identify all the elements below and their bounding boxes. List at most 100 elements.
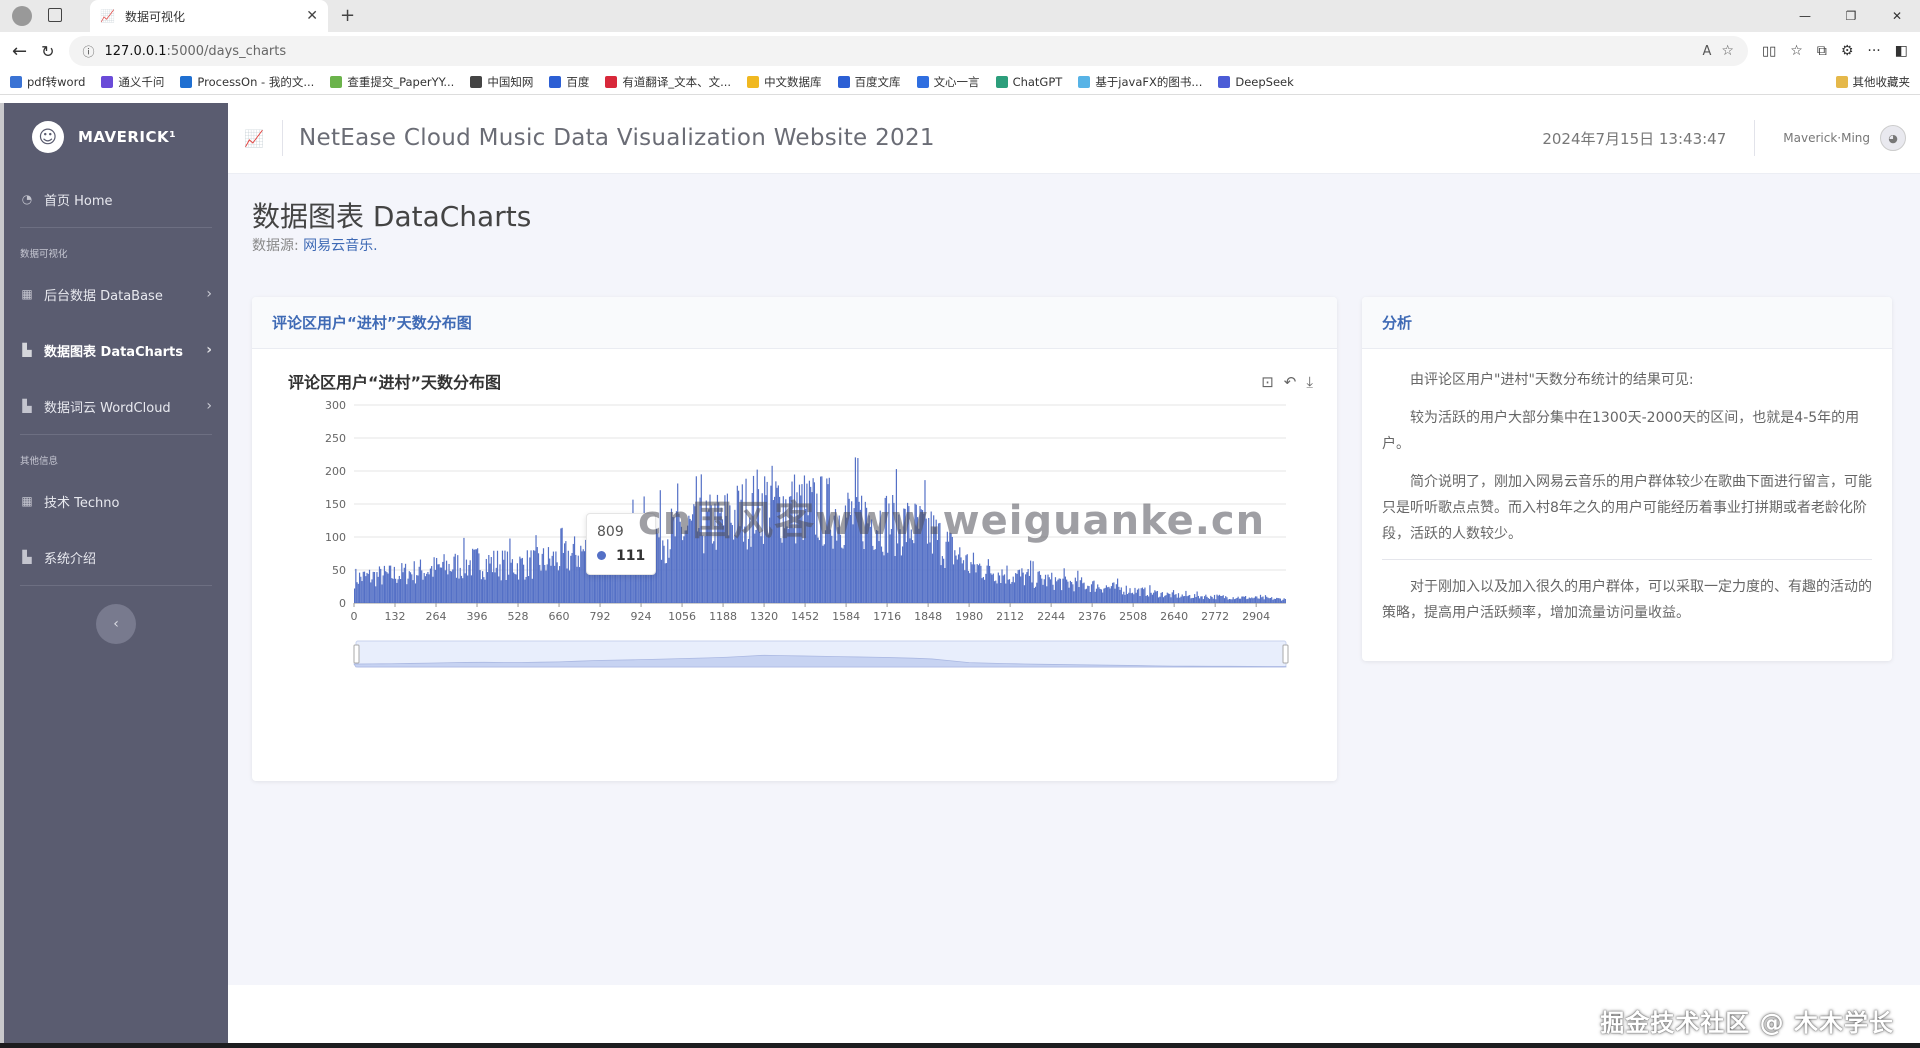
histogram-bar [1120,587,1122,603]
more-icon[interactable]: ··· [1867,43,1880,59]
histogram-bar [1161,592,1163,603]
histogram-bar [831,535,833,603]
histogram-bar [795,543,797,603]
browser-tab[interactable]: 📈 数据可视化 ✕ [90,0,328,32]
close-window-icon[interactable]: ✕ [1874,0,1920,32]
histogram-bar [1253,597,1255,603]
bookmarks-folder[interactable]: 其他收藏夹 [1835,74,1910,90]
histogram-bar [913,543,915,603]
histogram-bar [674,536,676,603]
histogram-bar [802,540,804,603]
histogram-bar [527,576,530,603]
histogram-bar [1146,595,1149,603]
histogram-bar [1155,591,1157,603]
bookmark-item[interactable]: 通义千问 [101,74,164,90]
histogram-bar [1021,568,1023,603]
new-tab-icon[interactable]: + [340,5,355,26]
split-screen-icon[interactable]: ▯▯ [1762,44,1776,59]
header-separator [282,120,283,156]
chevron-right-icon: › [206,286,212,302]
histogram-bar [1090,584,1093,603]
histogram-bar [532,550,535,603]
collections-icon[interactable]: ⧉ [1817,43,1827,59]
bookmark-item[interactable]: 中国知网 [470,74,533,90]
line-chart-icon[interactable]: 📈 [244,129,266,148]
histogram-bar [1002,575,1004,603]
histogram-bar [1182,596,1185,603]
datazoom-handle-right[interactable] [1282,644,1289,664]
minimize-icon[interactable]: — [1782,0,1828,32]
bookmark-item[interactable]: 查重提交_PaperYY... [330,74,454,90]
avatar[interactable]: ◕ [1880,125,1906,151]
y-tick-label: 200 [325,465,346,478]
histogram-bar [1165,595,1167,603]
histogram-bar [1094,591,1096,603]
bookmark-item[interactable]: 有道翻译_文本、文... [605,74,731,90]
histogram-chart[interactable]: 0 50 100 150 200 250 300 0 132 264 396 528 660 792 924… [252,397,1337,687]
sidebar-item-database[interactable]: ▦ 后台数据 DataBase › [4,266,228,322]
histogram-bar [396,582,398,603]
sidebar-item-label: 技术 Techno [44,495,120,511]
sidebar-item-datacharts[interactable]: ▙ 数据图表 DataCharts › [4,322,228,378]
x-tick-label: 1848 [914,610,942,623]
source-link[interactable]: 网易云音乐. [303,238,377,254]
download-icon[interactable]: ⤓ [1306,373,1313,391]
histogram-bar [990,573,992,603]
histogram-bar [877,530,879,603]
histogram-bar [498,576,500,603]
histogram-bar [416,575,418,603]
chart-toolbox: ⊡ ↶ ⤓ [1261,373,1313,391]
close-tab-icon[interactable]: ✕ [306,8,318,24]
sidebar-collapse-button[interactable]: ‹ [96,604,136,644]
extensions-icon[interactable]: ⚙ [1841,43,1854,59]
histogram-bar [865,507,868,603]
zoom-reset-icon[interactable]: ↶ [1284,373,1297,391]
tab-actions-icon[interactable] [48,8,62,22]
restore-icon[interactable]: ❐ [1828,0,1874,32]
user-menu[interactable]: Maverick·Ming ◕ [1755,125,1920,151]
favorite-star-icon[interactable]: ☆ [1721,43,1734,59]
sidebar-item-wordcloud[interactable]: ▙ 数据词云 WordCloud › [4,378,228,434]
histogram-bar [1180,596,1182,603]
x-tick-label: 660 [549,610,570,623]
histogram-bar [950,533,952,603]
histogram-bar [388,565,390,603]
histogram-bar [689,518,691,603]
bookmark-item[interactable]: ProcessOn - 我的文... [180,74,314,90]
bookmark-item[interactable]: DeepSeek [1218,75,1294,89]
reload-icon[interactable]: ↻ [41,42,54,61]
bookmark-item[interactable]: 百度文库 [837,74,901,90]
brand-logo[interactable]: ☺ MAVERICK¹ [4,103,228,171]
zoom-icon[interactable]: ⊡ [1261,373,1274,391]
sidebar-toggle-icon[interactable]: ◧ [1895,43,1908,59]
histogram-bar [778,496,781,603]
histogram-bar [523,564,525,603]
datazoom-handle-left[interactable] [353,644,360,664]
bookmark-item[interactable]: pdf转word [10,74,85,90]
favorites-icon[interactable]: ☆ [1790,43,1803,59]
histogram-bar [979,563,981,603]
info-icon[interactable]: ⓘ [83,43,95,60]
histogram-bar [744,526,746,603]
histogram-bar [755,530,757,603]
profile-icon[interactable] [12,6,32,26]
back-icon[interactable]: ← [12,41,27,62]
bookmark-item[interactable]: 中文数据库 [747,74,822,90]
sidebar-item-home[interactable]: ◔ 首页 Home [4,171,228,227]
histogram-bar [810,486,812,603]
histogram-bar [1069,580,1071,603]
bookmark-item[interactable]: 百度 [549,74,589,90]
sidebar-item-about[interactable]: ▙ 系统介绍 [4,529,228,585]
bookmark-item[interactable]: ChatGPT [995,75,1062,89]
sidebar-item-techno[interactable]: ▦ 技术 Techno [4,473,228,529]
x-tick-label: 2244 [1037,610,1065,623]
sidebar-item-label: 系统介绍 [44,551,97,567]
bookmark-item[interactable]: 文心一言 [916,74,980,90]
address-bar[interactable]: ⓘ 127.0.0.1:5000/days_charts A ☆ [68,36,1748,66]
read-aloud-icon[interactable]: A [1703,44,1712,59]
histogram-bar [767,534,770,603]
histogram-bar [1233,599,1236,603]
histogram-bar [493,550,495,603]
histogram-bar [499,564,501,603]
bookmark-item[interactable]: 基于javaFX的图书... [1078,74,1202,90]
